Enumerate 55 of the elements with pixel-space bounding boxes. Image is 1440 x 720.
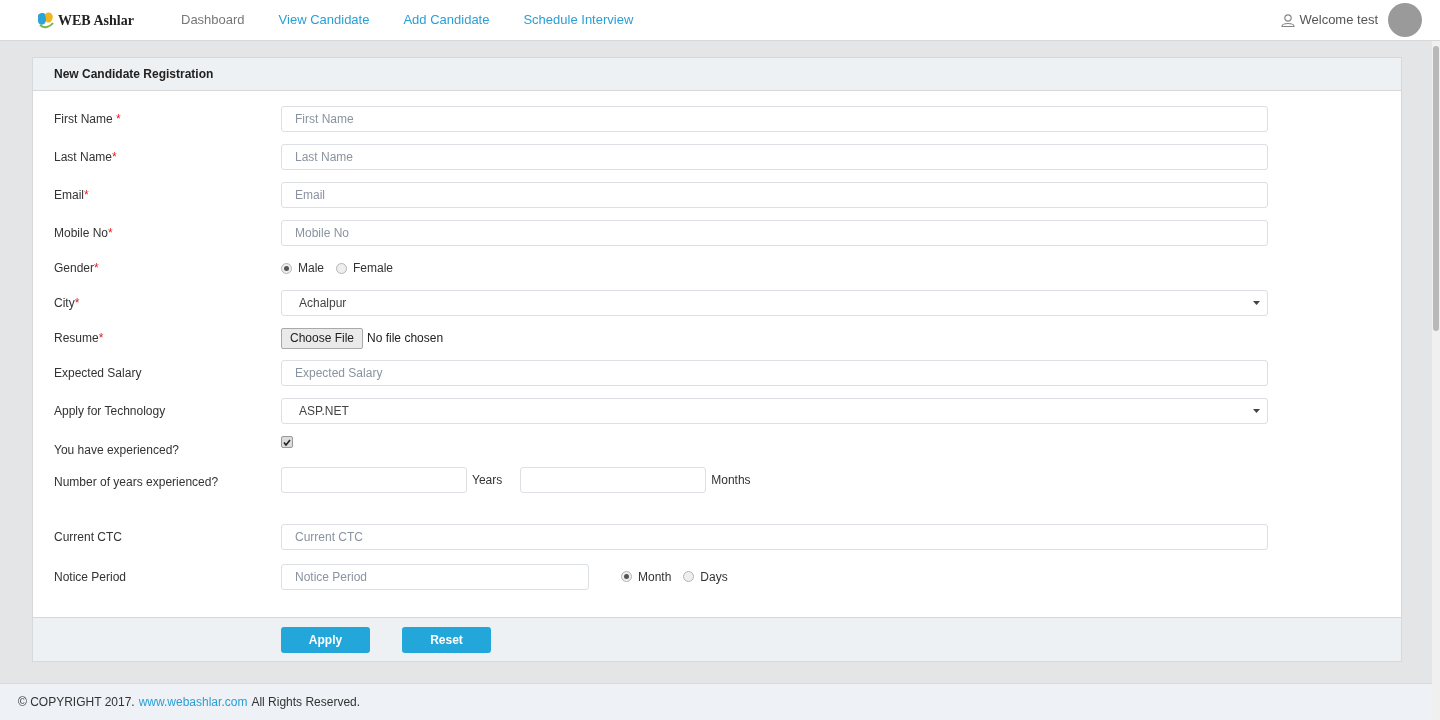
field-label: Current CTC: [54, 529, 123, 545]
select-field[interactable]: Achalpur: [281, 290, 1268, 316]
nav-link[interactable]: Schedule Interview: [523, 10, 634, 30]
field-label: Last Name*: [54, 149, 118, 165]
field-label: Apply for Technology: [54, 403, 167, 419]
input-field[interactable]: First Name: [281, 106, 1268, 132]
website-link[interactable]: www.webashlar.com: [138, 693, 248, 711]
caret-icon: [1253, 301, 1260, 305]
field-label: Gender*: [54, 260, 100, 276]
field-label: Mobile No*: [54, 225, 114, 241]
input-field[interactable]: Notice Period: [281, 563, 589, 590]
field-label: You have experienced?: [54, 442, 180, 458]
avatar[interactable]: [1388, 3, 1422, 37]
field-label: Email*: [54, 187, 90, 203]
input-field[interactable]: Mobile No: [281, 220, 1268, 246]
scrollbar[interactable]: [1432, 41, 1440, 720]
radio-label: Male: [298, 260, 324, 277]
form-button[interactable]: Reset: [402, 626, 491, 653]
radio-label: Days: [700, 568, 728, 586]
input-field[interactable]: [520, 467, 707, 493]
nav-link[interactable]: Dashboard: [181, 10, 245, 30]
form-button[interactable]: Apply: [281, 626, 370, 653]
input-field[interactable]: Expected Salary: [281, 360, 1268, 386]
radio-button[interactable]: [683, 571, 695, 582]
copyright-text: © COPYRIGHT 2017.: [18, 694, 135, 711]
radio-label: Month: [638, 568, 672, 586]
input-field[interactable]: Email: [281, 182, 1268, 208]
field-label: Number of years experienced?: [54, 474, 220, 490]
field-label: Expected Salary: [54, 365, 143, 381]
radio-label: Female: [353, 260, 394, 277]
user-icon: [1281, 13, 1296, 27]
radio-button[interactable]: [336, 262, 347, 274]
input-field[interactable]: [281, 467, 467, 493]
welcome-text: Welcome test: [1299, 11, 1378, 30]
radio-button[interactable]: [621, 571, 632, 582]
file-status: No file chosen: [367, 330, 444, 347]
radio-button[interactable]: [281, 262, 292, 274]
unit-label: Months: [711, 472, 751, 489]
field-label: Notice Period: [54, 568, 128, 585]
field-label: First Name *: [54, 111, 122, 127]
nav-link[interactable]: View Candidate: [278, 10, 370, 30]
panel-title: New Candidate Registration: [54, 66, 214, 83]
field-label: City*: [54, 295, 81, 311]
field-label: Resume*: [54, 330, 105, 346]
unit-label: Years: [472, 472, 503, 489]
rights-text: All Rights Reserved.: [251, 694, 361, 711]
choose-file-button[interactable]: Choose File: [281, 327, 364, 349]
nav-link[interactable]: Add Candidate: [403, 10, 490, 30]
checkbox[interactable]: [281, 436, 293, 448]
logo-text: WEB Ashlar: [58, 11, 134, 30]
select-field[interactable]: ASP.NET: [281, 398, 1268, 424]
input-field[interactable]: Last Name: [281, 144, 1268, 170]
input-field[interactable]: Current CTC: [281, 524, 1268, 550]
logo-icon: [36, 11, 56, 29]
caret-icon: [1253, 409, 1260, 413]
